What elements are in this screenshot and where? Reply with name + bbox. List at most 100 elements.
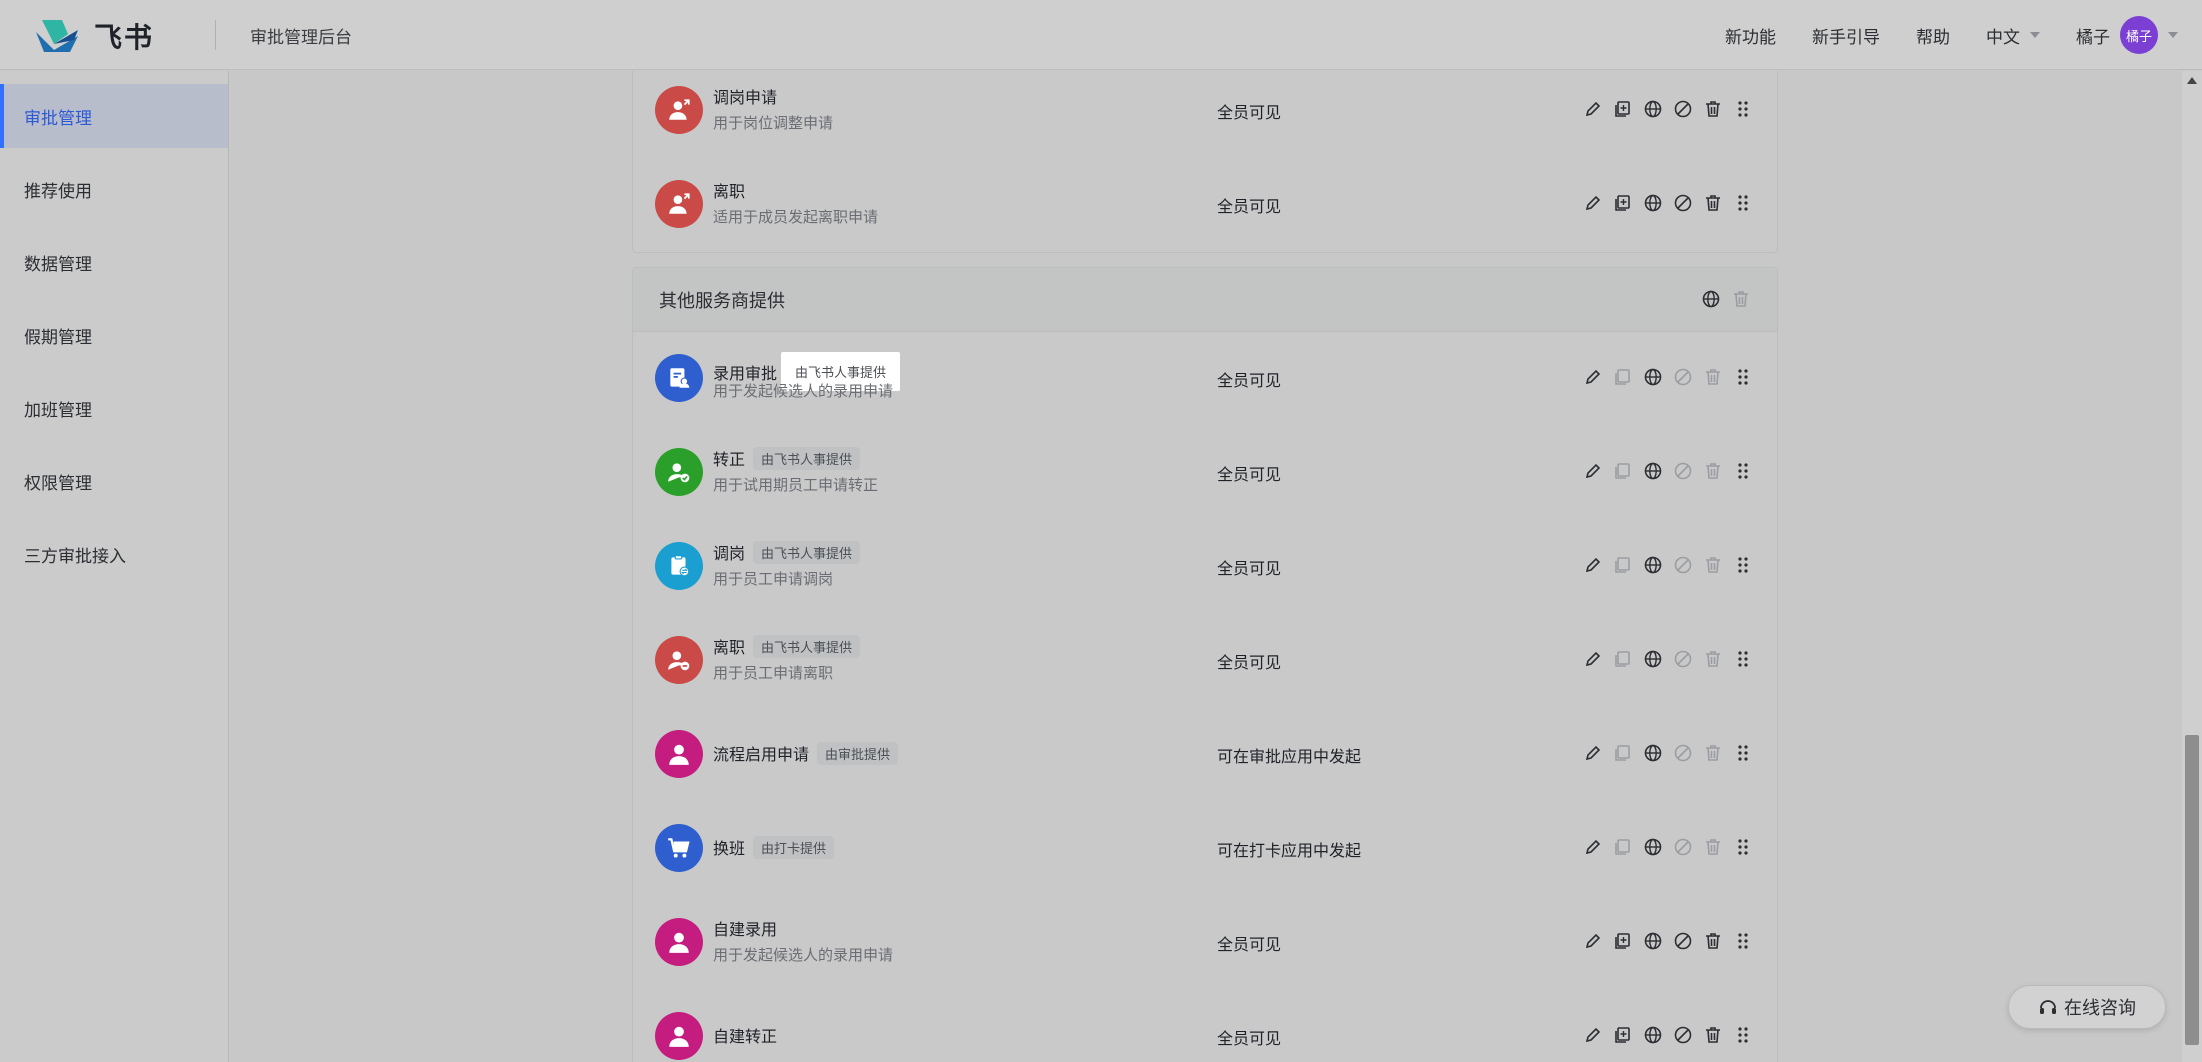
- feishu-logo[interactable]: 飞书: [34, 16, 154, 56]
- disable-icon[interactable]: [1673, 193, 1693, 213]
- clipboard-swap-icon: [655, 542, 703, 590]
- online-consult-button[interactable]: 在线咨询: [2008, 985, 2166, 1029]
- copy-icon: [1615, 557, 1630, 573]
- edit-icon[interactable]: [1583, 461, 1603, 481]
- edit-icon[interactable]: [1583, 649, 1603, 669]
- visibility-label: 全员可见: [1217, 559, 1282, 578]
- drag-handle-icon[interactable]: [1733, 461, 1753, 481]
- drag-handle-icon[interactable]: [1733, 367, 1753, 387]
- disable-icon[interactable]: [1673, 1025, 1693, 1045]
- disable-icon: [1674, 838, 1692, 856]
- provider-tag: 由审批提供: [817, 741, 899, 765]
- copy-icon[interactable]: [1613, 99, 1633, 119]
- provider-tag: 由打卡提供: [753, 835, 835, 859]
- edit-icon[interactable]: [1583, 193, 1603, 213]
- table-row[interactable]: 离职 由飞书人事提供 用于员工申请离职 全员可见: [633, 614, 1777, 708]
- approval-group-card: 调岗申请 用于岗位调整申请 全员可见 离职 适用于成员发起离职申请 全员可见: [632, 71, 1778, 253]
- language-selector[interactable]: 中文: [1986, 23, 2040, 48]
- globe-icon[interactable]: [1643, 555, 1663, 575]
- group-actions: [1691, 289, 1751, 309]
- page-scrollbar[interactable]: [2182, 71, 2202, 1062]
- table-row[interactable]: 调岗 由飞书人事提供 用于员工申请调岗 全员可见: [633, 520, 1777, 614]
- scrollbar-thumb[interactable]: [2185, 735, 2199, 1045]
- sidebar-item-approval-management[interactable]: 审批管理: [0, 84, 228, 148]
- drag-handle-icon[interactable]: [1733, 99, 1753, 119]
- delete-icon[interactable]: [1703, 931, 1723, 951]
- globe-icon[interactable]: [1643, 367, 1663, 387]
- drag-handle-icon[interactable]: [1733, 649, 1753, 669]
- edit-icon[interactable]: [1583, 367, 1603, 387]
- drag-handle-icon[interactable]: [1733, 555, 1753, 575]
- header-divider: [215, 20, 216, 50]
- beginner-guide-link[interactable]: 新手引导: [1812, 23, 1880, 48]
- visibility-label: 全员可见: [1217, 653, 1282, 672]
- delete-icon[interactable]: [1703, 99, 1723, 119]
- drag-handle-icon[interactable]: [1733, 837, 1753, 857]
- sidebar: 审批管理 推荐使用 数据管理 假期管理 加班管理 权限管理 三方审批接入: [0, 71, 229, 1062]
- scroll-up-arrow-icon[interactable]: [2187, 77, 2197, 84]
- brand-name: 飞书: [94, 21, 155, 54]
- sidebar-item-third-party-integration[interactable]: 三方审批接入: [0, 522, 228, 586]
- globe-icon[interactable]: [1643, 743, 1663, 763]
- visibility-label: 全员可见: [1217, 371, 1282, 390]
- visibility-label: 可在审批应用中发起: [1217, 747, 1362, 766]
- globe-icon[interactable]: [1643, 649, 1663, 669]
- row-actions: [1573, 649, 1753, 669]
- table-row[interactable]: 自建转正 全员可见: [633, 990, 1777, 1062]
- globe-icon[interactable]: [1701, 289, 1721, 309]
- drag-handle-icon[interactable]: [1733, 193, 1753, 213]
- table-row[interactable]: 换班 由打卡提供 可在打卡应用中发起: [633, 802, 1777, 896]
- other-providers-group-card: 其他服务商提供 录用审批 由飞书人事提供 用于发起候选人的录用申请 全员可见 转…: [632, 267, 1778, 1062]
- provider-tag: 由飞书人事提供: [753, 446, 861, 470]
- feishu-logo-icon: [36, 20, 78, 52]
- row-actions: [1573, 461, 1753, 481]
- table-row[interactable]: 离职 适用于成员发起离职申请 全员可见: [633, 158, 1777, 252]
- new-features-link[interactable]: 新功能: [1725, 23, 1776, 48]
- disable-icon: [1674, 556, 1692, 574]
- sidebar-item-label: 审批管理: [24, 108, 92, 129]
- row-actions: [1573, 367, 1753, 387]
- edit-icon[interactable]: [1583, 555, 1603, 575]
- table-row[interactable]: 调岗申请 用于岗位调整申请 全员可见: [633, 71, 1777, 158]
- approval-description: 用于发起候选人的录用申请: [713, 946, 894, 964]
- table-row[interactable]: 流程启用申请 由审批提供 可在审批应用中发起: [633, 708, 1777, 802]
- globe-icon[interactable]: [1643, 99, 1663, 119]
- user-name: 橘子: [2076, 27, 2110, 48]
- edit-icon[interactable]: [1583, 837, 1603, 857]
- copy-icon[interactable]: [1613, 193, 1633, 213]
- edit-icon[interactable]: [1583, 99, 1603, 119]
- edit-icon[interactable]: [1583, 743, 1603, 763]
- table-row[interactable]: 自建录用 用于发起候选人的录用申请 全员可见: [633, 896, 1777, 990]
- table-row[interactable]: 录用审批 由飞书人事提供 用于发起候选人的录用申请 全员可见: [633, 332, 1777, 426]
- edit-icon[interactable]: [1583, 1025, 1603, 1045]
- sidebar-item-data-management[interactable]: 数据管理: [0, 230, 228, 294]
- delete-icon[interactable]: [1703, 1025, 1723, 1045]
- sidebar-item-overtime-management[interactable]: 加班管理: [0, 376, 228, 440]
- globe-icon[interactable]: [1643, 461, 1663, 481]
- globe-icon[interactable]: [1643, 1025, 1663, 1045]
- avatar: 橘子: [2120, 16, 2158, 54]
- drag-handle-icon[interactable]: [1733, 743, 1753, 763]
- drag-handle-icon[interactable]: [1733, 1025, 1753, 1045]
- globe-icon[interactable]: [1643, 193, 1663, 213]
- table-row[interactable]: 转正 由飞书人事提供 用于试用期员工申请转正 全员可见: [633, 426, 1777, 520]
- row-actions: [1573, 837, 1753, 857]
- sidebar-item-permission-management[interactable]: 权限管理: [0, 449, 228, 513]
- disable-icon[interactable]: [1673, 99, 1693, 119]
- sidebar-item-leave-management[interactable]: 假期管理: [0, 303, 228, 367]
- globe-icon[interactable]: [1643, 837, 1663, 857]
- approval-name: 转正: [713, 450, 746, 469]
- copy-icon[interactable]: [1613, 1025, 1633, 1045]
- copy-icon[interactable]: [1613, 931, 1633, 951]
- document-person-icon: [655, 354, 703, 402]
- person-icon: [655, 1012, 703, 1060]
- drag-handle-icon[interactable]: [1733, 931, 1753, 951]
- globe-icon[interactable]: [1643, 931, 1663, 951]
- disable-icon[interactable]: [1673, 931, 1693, 951]
- delete-icon: [1706, 463, 1720, 479]
- user-menu[interactable]: 橘子 橘子: [2076, 16, 2178, 54]
- help-link[interactable]: 帮助: [1916, 23, 1950, 48]
- delete-icon[interactable]: [1703, 193, 1723, 213]
- sidebar-item-recommended[interactable]: 推荐使用: [0, 157, 228, 221]
- edit-icon[interactable]: [1583, 931, 1603, 951]
